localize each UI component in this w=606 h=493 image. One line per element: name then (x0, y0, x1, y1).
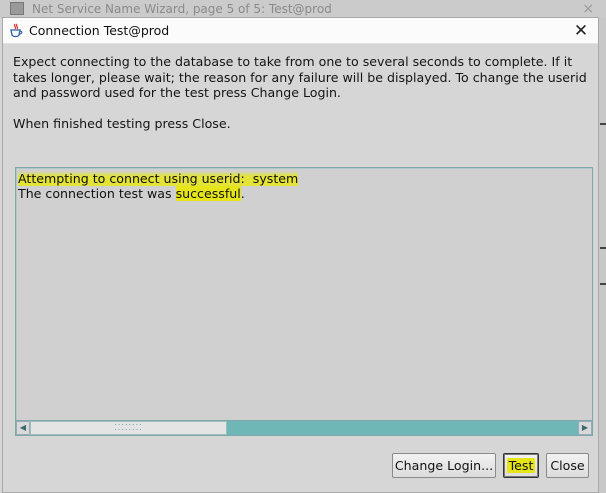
test-button-label: Test (506, 458, 536, 473)
background-window-title: Net Service Name Wizard, page 5 of 5: Te… (32, 2, 332, 16)
wizard-app-icon (10, 2, 24, 15)
dialog-title: Connection Test@prod (29, 23, 170, 38)
edge-mark (600, 247, 606, 249)
connection-test-dialog: Connection Test@prod ✕ Expect connecting… (2, 17, 599, 493)
change-login-button[interactable]: Change Login... (392, 453, 496, 478)
finish-instructions: When finished testing press Close. (13, 115, 231, 131)
background-window-titlebar: Net Service Name Wizard, page 5 of 5: Te… (0, 0, 606, 18)
edge-mark (600, 283, 606, 285)
background-close-icon[interactable]: × (582, 0, 594, 18)
output-success-word: successful (175, 186, 241, 201)
close-button[interactable]: Close (546, 453, 589, 478)
instructions-block: Expect connecting to the database to tak… (13, 54, 593, 131)
horizontal-scrollbar[interactable]: ◀ ⁚⁚⁚⁚⁚⁚⁚⁚ ▶ (15, 420, 593, 436)
output-line-result-prefix: The connection test was (18, 186, 176, 201)
java-cup-icon (10, 23, 23, 38)
output-line-result-suffix: . (240, 186, 245, 201)
scrollbar-thumb[interactable]: ⁚⁚⁚⁚⁚⁚⁚⁚ (30, 421, 227, 435)
instructions-text: Expect connecting to the database to tak… (13, 54, 587, 100)
output-line-attempting: Attempting to connect using userid: syst… (18, 171, 299, 186)
scroll-right-arrow-icon[interactable]: ▶ (578, 421, 592, 435)
background-window-edge (598, 18, 606, 493)
connection-output-text: Attempting to connect using userid: syst… (18, 171, 578, 201)
close-icon[interactable]: ✕ (570, 20, 592, 42)
dialog-titlebar: Connection Test@prod ✕ (3, 18, 598, 44)
test-button[interactable]: Test (503, 453, 539, 478)
edge-mark (600, 123, 606, 125)
connection-output-area[interactable]: Attempting to connect using userid: syst… (15, 167, 593, 436)
scroll-left-arrow-icon[interactable]: ◀ (16, 421, 30, 435)
